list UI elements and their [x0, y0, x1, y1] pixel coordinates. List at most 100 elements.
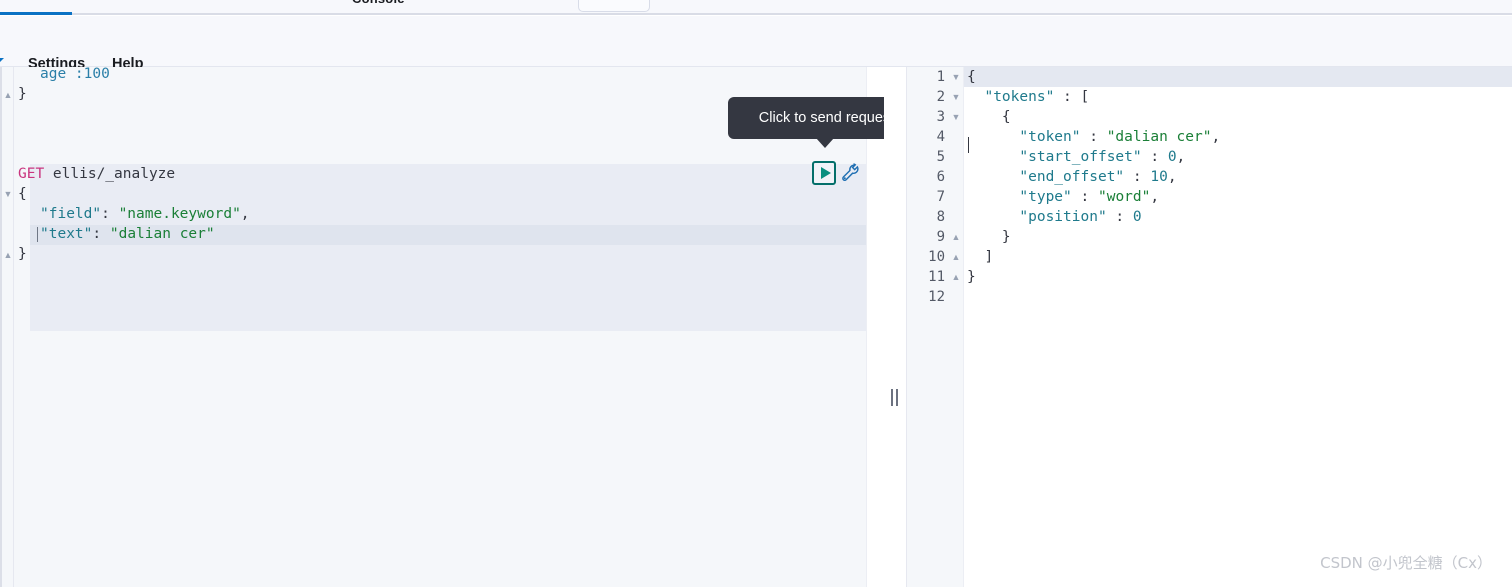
response-line[interactable]: }: [967, 227, 1011, 247]
code-token: :: [101, 206, 119, 222]
code-token: [: [1080, 89, 1090, 105]
response-fold-toggle-icon[interactable]: ▲: [951, 267, 961, 287]
code-token: :: [1054, 89, 1072, 105]
code-token: "tokens": [984, 89, 1055, 105]
editor-line[interactable]: {: [18, 184, 27, 204]
code-token: ,: [240, 206, 250, 222]
tab-underline-track: [0, 13, 1512, 15]
code-token: 100: [83, 67, 110, 82]
code-token: :: [92, 226, 110, 242]
code-token: :: [1124, 169, 1142, 185]
wrench-icon[interactable]: [839, 162, 861, 184]
response-active-line: [907, 67, 1512, 87]
response-line-number: 2: [936, 89, 945, 105]
editor-vertical-scrollbar[interactable]: [866, 67, 884, 587]
code-token: 0: [1167, 149, 1177, 165]
code-token: {: [18, 186, 27, 202]
response-cursor: [968, 137, 969, 153]
code-token: "token": [1019, 129, 1081, 145]
response-line-number: 11: [928, 269, 945, 285]
response-line[interactable]: "end_offset" : 10,: [967, 167, 1177, 187]
pane-splitter[interactable]: [884, 67, 906, 587]
editor-line[interactable]: }: [18, 244, 27, 264]
fold-toggle-icon[interactable]: ▲: [3, 251, 13, 260]
response-editor-pane[interactable]: 1 ▼{2 ▼ "tokens" : [3 ▼ {4 "token" : "dalia…: [906, 67, 1512, 587]
clipped-toolbar-button[interactable]: [578, 0, 650, 12]
code-token: }: [967, 269, 976, 285]
response-line[interactable]: "type" : "word",: [967, 187, 1159, 207]
window-top-strip: Console: [0, 0, 1512, 14]
response-fold-toggle-icon[interactable]: ▼: [951, 87, 961, 107]
text-cursor: [37, 227, 38, 242]
code-token: "word": [1097, 189, 1151, 205]
response-line-number: 3: [936, 109, 945, 125]
code-token: age :: [40, 67, 84, 82]
tooltip-arrow: [816, 138, 834, 148]
tab-active-indicator: [0, 12, 72, 15]
response-line[interactable]: "start_offset" : 0,: [967, 147, 1185, 167]
tooltip-label: Click to send request: [758, 110, 895, 126]
editor-line[interactable]: "text": "dalian cer": [40, 224, 215, 244]
response-line-number: 4: [936, 129, 945, 145]
response-fold-toggle-icon[interactable]: ▲: [951, 227, 961, 247]
code-token: {: [967, 69, 976, 85]
code-token: "position": [1019, 209, 1107, 225]
editor-line[interactable]: age :100: [40, 67, 110, 84]
code-token: :: [1080, 129, 1098, 145]
editor-line[interactable]: GET ellis/_analyze: [18, 164, 175, 184]
code-token: ,: [1211, 129, 1221, 145]
menu-bar: Settings Help: [0, 16, 1512, 72]
code-token: :: [1106, 209, 1125, 225]
code-token: "type": [1019, 189, 1072, 205]
code-token: "start_offset": [1019, 149, 1142, 165]
splitter-handle[interactable]: [889, 389, 900, 406]
response-line-number: 8: [936, 209, 945, 225]
code-token: ,: [1167, 169, 1177, 185]
request-block-highlight: [30, 164, 878, 331]
response-line-number: 5: [936, 149, 945, 165]
response-line[interactable]: }: [967, 267, 976, 287]
code-token: ellis/_analyze: [52, 166, 176, 182]
code-token: "dalian cer": [109, 226, 215, 242]
code-token: 10: [1150, 169, 1168, 185]
response-line[interactable]: {: [967, 67, 976, 87]
code-token: ]: [984, 249, 994, 265]
editor-text-surface[interactable]: age :100} GET ellis/_analyze { "field": "na…: [15, 67, 884, 587]
editor-line[interactable]: "field": "name.keyword",: [40, 204, 250, 224]
watermark: CSDN @小兜全糖（Cx）: [1320, 554, 1492, 572]
chevron-down-icon[interactable]: [0, 58, 4, 63]
code-token: }: [18, 246, 27, 262]
code-token: ,: [1150, 189, 1160, 205]
code-token: "text": [40, 226, 93, 242]
response-line-number: 12: [928, 289, 945, 305]
code-token: "end_offset": [1019, 169, 1125, 185]
response-line-number: 9: [936, 229, 945, 245]
response-line-number: 1: [936, 69, 945, 85]
fold-toggle-icon[interactable]: ▼: [3, 190, 13, 199]
code-token: {: [1001, 109, 1011, 125]
response-line-number: 10: [928, 249, 945, 265]
editor-fold-gutter[interactable]: [2, 67, 14, 587]
request-editor-pane[interactable]: age :100} GET ellis/_analyze { "field": "na…: [0, 67, 884, 587]
code-token: }: [18, 86, 27, 102]
code-token: "field": [40, 206, 102, 222]
code-token: :: [1071, 189, 1090, 205]
code-token: 0: [1132, 209, 1142, 225]
response-fold-toggle-icon[interactable]: ▼: [951, 67, 961, 87]
code-token: ,: [1176, 149, 1186, 165]
response-line[interactable]: "token" : "dalian cer",: [967, 127, 1220, 147]
code-token: "dalian cer": [1106, 129, 1212, 145]
code-token: }: [1001, 229, 1011, 245]
response-line[interactable]: "tokens" : [: [967, 87, 1089, 107]
play-icon[interactable]: [812, 161, 836, 185]
code-token: GET: [18, 166, 53, 182]
response-line[interactable]: "position" : 0: [967, 207, 1142, 227]
response-fold-toggle-icon[interactable]: ▲: [951, 247, 961, 267]
response-line-number: 6: [936, 169, 945, 185]
editor-line[interactable]: }: [18, 84, 27, 104]
response-line[interactable]: {: [967, 107, 1011, 127]
fold-toggle-icon[interactable]: ▲: [3, 91, 13, 100]
response-line[interactable]: ]: [967, 247, 993, 267]
code-token: "name.keyword": [118, 206, 241, 222]
response-fold-toggle-icon[interactable]: ▼: [951, 107, 961, 127]
